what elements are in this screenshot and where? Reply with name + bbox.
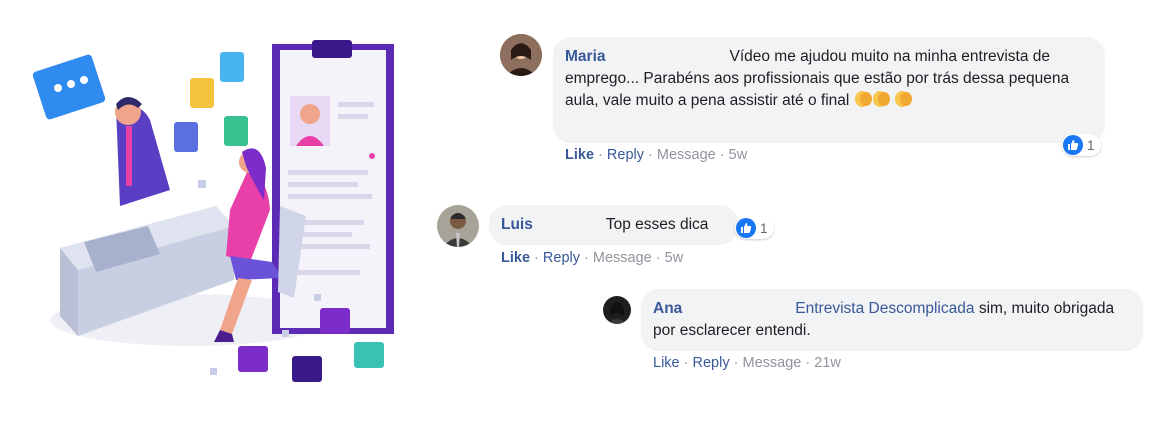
separator: ·	[655, 250, 661, 266]
message-button[interactable]: Message	[743, 355, 802, 371]
separator: ·	[584, 250, 589, 266]
comment-actions: Like · Reply · Message · 21w	[653, 355, 841, 371]
separator: ·	[805, 355, 811, 371]
message-button[interactable]: Message	[657, 147, 716, 163]
separator: ·	[598, 147, 603, 163]
clapping-hands-icon	[894, 91, 912, 107]
clapping-hands-icon	[854, 91, 890, 107]
avatar[interactable]	[500, 34, 542, 76]
timestamp[interactable]: 5w	[665, 250, 684, 266]
reaction-summary[interactable]: 1	[1062, 134, 1101, 156]
message-button[interactable]: Message	[593, 250, 652, 266]
reaction-summary[interactable]: 1	[735, 217, 774, 239]
reaction-count: 1	[760, 220, 768, 236]
comment-author[interactable]: Ana	[653, 300, 682, 317]
job-interview-illustration	[32, 40, 394, 382]
separator: ·	[683, 355, 689, 371]
reply-button[interactable]: Reply	[693, 355, 730, 371]
separator: ·	[733, 355, 739, 371]
like-button[interactable]: Like	[501, 250, 530, 266]
comment-author[interactable]: Luis	[501, 216, 533, 233]
separator: ·	[648, 147, 653, 163]
comment-bubble: Luis Top esses dica	[489, 205, 738, 245]
separator: ·	[719, 147, 725, 163]
avatar[interactable]	[603, 296, 631, 324]
reaction-count: 1	[1087, 137, 1095, 153]
timestamp[interactable]: 5w	[729, 147, 748, 163]
avatar[interactable]	[437, 205, 479, 247]
like-button[interactable]: Like	[565, 147, 594, 163]
timestamp[interactable]: 21w	[814, 355, 841, 371]
page-mention-link[interactable]: Entrevista Descomplicada	[795, 300, 974, 317]
reply-button[interactable]: Reply	[543, 250, 580, 266]
profile-photo-icon	[500, 34, 542, 76]
comment-actions: Like · Reply · Message · 5w	[565, 147, 747, 163]
profile-photo-icon	[437, 205, 479, 247]
reply-button[interactable]: Reply	[607, 147, 644, 163]
comment-bubble: Ana Entrevista Descomplicada sim, muito o…	[641, 289, 1143, 351]
comment-actions: Like · Reply · Message · 5w	[501, 250, 683, 266]
separator: ·	[534, 250, 539, 266]
comment-author[interactable]: Maria	[565, 48, 606, 65]
like-icon	[736, 218, 756, 238]
comment-bubble: Maria Vídeo me ajudou muito na minha entr…	[553, 37, 1105, 143]
profile-photo-icon	[603, 296, 631, 324]
like-icon	[1063, 135, 1083, 155]
comment-text: Vídeo me ajudou muito na minha entrevist…	[565, 48, 1070, 109]
like-button[interactable]: Like	[653, 355, 680, 371]
comment-text: Top esses dica	[605, 216, 709, 233]
